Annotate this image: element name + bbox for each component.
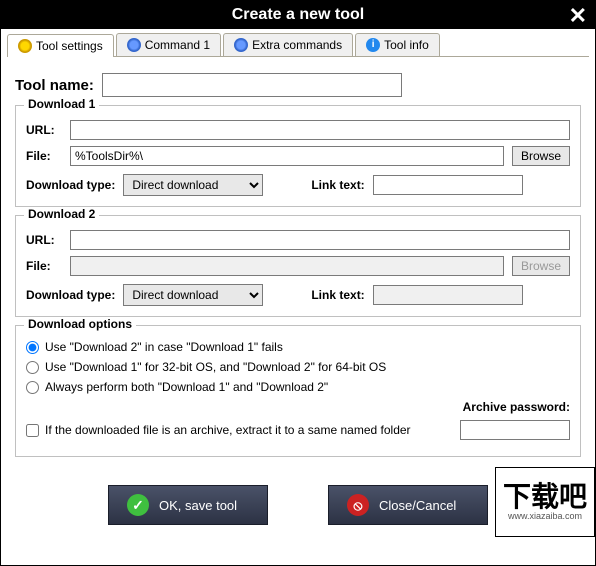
archive-password-input[interactable] bbox=[460, 420, 570, 440]
download1-linktext-input[interactable] bbox=[373, 175, 523, 195]
title-text: Create a new tool bbox=[232, 6, 364, 24]
download1-type-select[interactable]: Direct download bbox=[123, 174, 263, 196]
dialog-window: Create a new tool ✕ Tool settings Comman… bbox=[0, 0, 596, 566]
close-cancel-button[interactable]: ⦸ Close/Cancel bbox=[328, 485, 488, 525]
cancel-icon: ⦸ bbox=[347, 494, 369, 516]
tab-strip: Tool settings Command 1 Extra commands i… bbox=[7, 33, 589, 57]
download1-browse-button[interactable]: Browse bbox=[512, 146, 570, 166]
download2-legend: Download 2 bbox=[24, 207, 99, 221]
option-both-label: Always perform both "Download 1" and "Do… bbox=[45, 380, 328, 394]
archive-password-label: Archive password: bbox=[463, 400, 570, 414]
download1-legend: Download 1 bbox=[24, 97, 99, 111]
linktext-label: Link text: bbox=[311, 288, 364, 302]
extract-archive-checkbox[interactable] bbox=[26, 424, 39, 437]
gear-icon bbox=[18, 39, 32, 53]
download2-group: Download 2 URL: File: Browse Download ty… bbox=[15, 215, 581, 317]
ok-save-button[interactable]: ✓ OK, save tool bbox=[108, 485, 268, 525]
option-arch-label: Use "Download 1" for 32-bit OS, and "Dow… bbox=[45, 360, 386, 374]
download-type-label: Download type: bbox=[26, 288, 115, 302]
option-both-radio[interactable] bbox=[26, 381, 39, 394]
titlebar: Create a new tool ✕ bbox=[1, 1, 595, 29]
tool-name-input[interactable] bbox=[102, 73, 402, 97]
option-fallback-radio[interactable] bbox=[26, 341, 39, 354]
url-label: URL: bbox=[26, 233, 62, 247]
download-options-group: Download options Use "Download 2" in cas… bbox=[15, 325, 581, 457]
download2-file-input bbox=[70, 256, 504, 276]
cancel-button-label: Close/Cancel bbox=[379, 498, 456, 513]
linktext-label: Link text: bbox=[311, 178, 364, 192]
ok-button-label: OK, save tool bbox=[159, 498, 237, 513]
close-icon[interactable]: ✕ bbox=[569, 3, 587, 29]
tab-extra-commands[interactable]: Extra commands bbox=[223, 33, 353, 56]
option-fallback-label: Use "Download 2" in case "Download 1" fa… bbox=[45, 340, 283, 354]
download2-browse-button: Browse bbox=[512, 256, 570, 276]
option-arch-radio[interactable] bbox=[26, 361, 39, 374]
tool-name-row: Tool name: bbox=[15, 73, 581, 97]
tool-name-label: Tool name: bbox=[15, 77, 94, 94]
download2-url-input[interactable] bbox=[70, 230, 570, 250]
download1-file-input[interactable] bbox=[70, 146, 504, 166]
tab-label: Command 1 bbox=[145, 38, 210, 52]
file-label: File: bbox=[26, 149, 62, 163]
url-label: URL: bbox=[26, 123, 62, 137]
gear-icon bbox=[234, 38, 248, 52]
tab-label: Tool settings bbox=[36, 39, 103, 53]
file-label: File: bbox=[26, 259, 62, 273]
tab-command1[interactable]: Command 1 bbox=[116, 33, 221, 56]
extract-archive-label: If the downloaded file is an archive, ex… bbox=[45, 423, 411, 437]
download2-type-select[interactable]: Direct download bbox=[123, 284, 263, 306]
button-bar: ✓ OK, save tool ⦸ Close/Cancel bbox=[1, 475, 595, 535]
gear-icon bbox=[127, 38, 141, 52]
tab-content: Tool name: Download 1 URL: File: Browse … bbox=[1, 57, 595, 475]
options-legend: Download options bbox=[24, 317, 136, 331]
tab-label: Extra commands bbox=[252, 38, 342, 52]
info-icon: i bbox=[366, 38, 380, 52]
tab-tool-settings[interactable]: Tool settings bbox=[7, 34, 114, 57]
tab-tool-info[interactable]: i Tool info bbox=[355, 33, 440, 56]
download-type-label: Download type: bbox=[26, 178, 115, 192]
download1-group: Download 1 URL: File: Browse Download ty… bbox=[15, 105, 581, 207]
tab-label: Tool info bbox=[384, 38, 429, 52]
download2-linktext-input bbox=[373, 285, 523, 305]
check-icon: ✓ bbox=[127, 494, 149, 516]
download1-url-input[interactable] bbox=[70, 120, 570, 140]
